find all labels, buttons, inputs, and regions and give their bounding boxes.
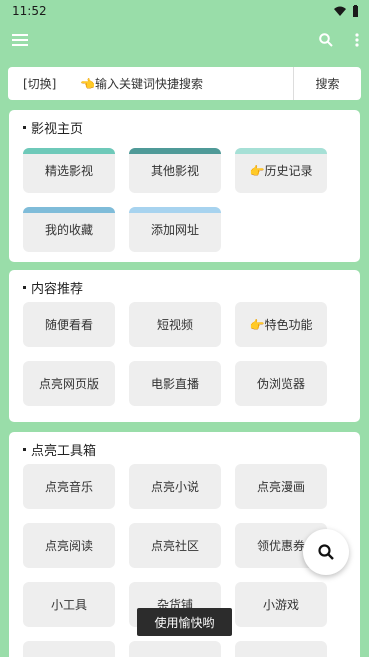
section-video-home: 影视主页 精选影视 其他影视 👉历史记录 我的收藏 添加网址 bbox=[9, 110, 360, 262]
bullet-icon bbox=[23, 285, 26, 289]
section-title: 点亮工具箱 bbox=[23, 440, 360, 459]
bullet-icon bbox=[23, 447, 26, 451]
tile-community[interactable]: 点亮社区 bbox=[129, 523, 221, 568]
battery-icon bbox=[353, 5, 358, 17]
search-icon bbox=[318, 544, 334, 560]
tile-games[interactable]: 小游戏 bbox=[235, 582, 327, 627]
tile-short-video[interactable]: 短视频 bbox=[129, 302, 221, 347]
tile-add-url[interactable]: 添加网址 bbox=[129, 207, 221, 252]
tile-web-version[interactable]: 点亮网页版 bbox=[23, 361, 115, 406]
search-fab[interactable] bbox=[303, 529, 349, 575]
tile-grid: 随便看看 短视频 👉特色功能 点亮网页版 电影直播 伪浏览器 bbox=[23, 302, 360, 406]
search-icon[interactable] bbox=[319, 33, 333, 47]
section-title: 内容推荐 bbox=[23, 278, 360, 297]
tile-reading[interactable]: 点亮阅读 bbox=[23, 523, 115, 568]
tile-accent bbox=[23, 148, 115, 154]
tile-accent bbox=[129, 207, 221, 213]
tile-accent bbox=[129, 148, 221, 154]
tile-novel[interactable]: 点亮小说 bbox=[129, 464, 221, 509]
tile-music[interactable]: 点亮音乐 bbox=[23, 464, 115, 509]
status-icons bbox=[334, 5, 359, 17]
tile-special-features[interactable]: 👉特色功能 bbox=[235, 302, 327, 347]
app-bar-actions bbox=[319, 33, 359, 47]
more-vert-icon[interactable] bbox=[355, 33, 359, 47]
section-recommended: 内容推荐 随便看看 短视频 👉特色功能 点亮网页版 电影直播 伪浏览器 bbox=[9, 270, 360, 422]
search-input[interactable] bbox=[68, 67, 293, 100]
tile-other-video[interactable]: 其他影视 bbox=[129, 148, 221, 193]
wifi-icon bbox=[334, 6, 346, 16]
toast-message: 使用愉快哟 bbox=[137, 608, 232, 636]
tile-random[interactable]: 随便看看 bbox=[23, 302, 115, 347]
tile-row4-2[interactable] bbox=[129, 641, 221, 657]
tile-accent bbox=[235, 148, 327, 154]
status-time: 11:52 bbox=[12, 4, 47, 18]
search-bar: [切换] 搜索 bbox=[8, 67, 361, 100]
switch-button[interactable]: [切换] bbox=[8, 75, 68, 92]
tile-featured-video[interactable]: 精选影视 bbox=[23, 148, 115, 193]
bullet-icon bbox=[23, 125, 26, 129]
tile-history[interactable]: 👉历史记录 bbox=[235, 148, 327, 193]
tile-row4-1[interactable] bbox=[23, 641, 115, 657]
tile-grid: 精选影视 其他影视 👉历史记录 我的收藏 添加网址 bbox=[23, 148, 360, 252]
tile-favorites[interactable]: 我的收藏 bbox=[23, 207, 115, 252]
app-bar bbox=[0, 22, 369, 58]
search-button[interactable]: 搜索 bbox=[293, 67, 361, 100]
tile-pseudo-browser[interactable]: 伪浏览器 bbox=[235, 361, 327, 406]
menu-icon[interactable] bbox=[12, 34, 28, 46]
section-title: 影视主页 bbox=[23, 118, 360, 137]
tile-movie-live[interactable]: 电影直播 bbox=[129, 361, 221, 406]
tile-row4-3[interactable] bbox=[235, 641, 327, 657]
tile-comic[interactable]: 点亮漫画 bbox=[235, 464, 327, 509]
status-bar: 11:52 bbox=[0, 0, 369, 22]
tile-accent bbox=[23, 207, 115, 213]
tile-tools[interactable]: 小工具 bbox=[23, 582, 115, 627]
